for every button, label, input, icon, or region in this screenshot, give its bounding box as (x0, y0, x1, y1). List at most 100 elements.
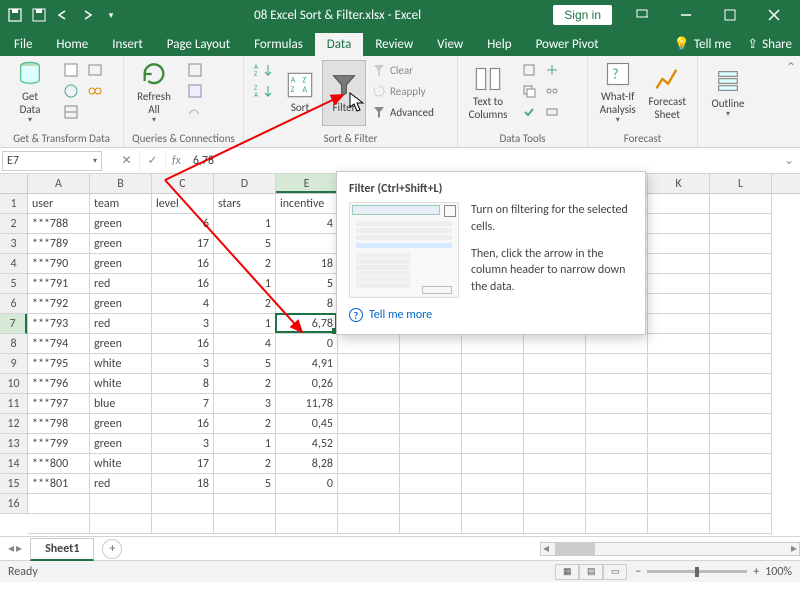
cell[interactable] (586, 434, 648, 454)
cell[interactable] (400, 514, 462, 534)
row-header[interactable]: 3 (0, 234, 27, 254)
row-header[interactable]: 14 (0, 454, 27, 474)
cell[interactable]: green (90, 214, 152, 234)
column-header[interactable]: D (214, 174, 276, 193)
from-text-icon[interactable] (60, 60, 82, 80)
cell[interactable]: 0,45 (276, 414, 338, 434)
cell[interactable] (648, 214, 710, 234)
cancel-formula-icon[interactable]: ✕ (114, 151, 140, 171)
redo-icon[interactable] (76, 4, 98, 26)
text-to-columns-button[interactable]: Text to Columns (464, 60, 512, 126)
properties-icon[interactable] (184, 81, 206, 101)
cell[interactable] (338, 334, 400, 354)
cell[interactable]: stars (214, 194, 276, 214)
tab-view[interactable]: View (425, 33, 475, 56)
row-header[interactable]: 8 (0, 334, 27, 354)
name-box[interactable]: E7▾ (2, 151, 102, 171)
cell[interactable]: red (90, 474, 152, 494)
cell[interactable]: 6,78 (276, 314, 338, 334)
cell[interactable]: 18 (276, 254, 338, 274)
zoom-level[interactable]: 100% (765, 565, 792, 579)
cell[interactable] (462, 514, 524, 534)
cell[interactable]: 0,26 (276, 374, 338, 394)
cell[interactable] (710, 374, 772, 394)
relationships-icon[interactable] (541, 81, 563, 101)
cell[interactable]: 4 (152, 294, 214, 314)
cell[interactable]: 5 (214, 354, 276, 374)
consolidate-icon[interactable] (541, 60, 563, 80)
cell[interactable]: white (90, 374, 152, 394)
cell[interactable]: green (90, 234, 152, 254)
cell[interactable] (400, 454, 462, 474)
cell[interactable] (276, 514, 338, 534)
cell[interactable]: 5 (214, 474, 276, 494)
cell[interactable] (710, 194, 772, 214)
cell[interactable]: 4,52 (276, 434, 338, 454)
cell[interactable] (710, 294, 772, 314)
cell[interactable] (648, 294, 710, 314)
cell[interactable] (710, 214, 772, 234)
cell[interactable]: 7 (152, 394, 214, 414)
cell[interactable]: white (90, 454, 152, 474)
cell[interactable]: 5 (276, 274, 338, 294)
cell[interactable] (648, 454, 710, 474)
row-header[interactable]: 2 (0, 214, 27, 234)
cell[interactable]: 11,78 (276, 394, 338, 414)
tab-help[interactable]: Help (475, 33, 523, 56)
cell[interactable] (586, 414, 648, 434)
cell[interactable] (524, 454, 586, 474)
cell[interactable]: ***798 (28, 414, 90, 434)
ribbon-options-icon[interactable] (620, 0, 664, 30)
cell[interactable] (400, 374, 462, 394)
cell[interactable] (710, 234, 772, 254)
cell[interactable]: 17 (152, 454, 214, 474)
cell[interactable] (338, 474, 400, 494)
cell[interactable]: ***795 (28, 354, 90, 374)
tab-page-layout[interactable]: Page Layout (155, 33, 242, 56)
cell[interactable] (524, 494, 586, 514)
cell[interactable]: ***791 (28, 274, 90, 294)
cell[interactable]: green (90, 254, 152, 274)
cell[interactable] (90, 494, 152, 514)
minimize-icon[interactable] (664, 0, 708, 30)
cell[interactable]: ***801 (28, 474, 90, 494)
cell[interactable] (276, 494, 338, 514)
cell[interactable]: ***793 (28, 314, 90, 334)
cell[interactable]: 16 (152, 414, 214, 434)
cell[interactable] (648, 414, 710, 434)
cell[interactable] (586, 474, 648, 494)
cell[interactable]: ***796 (28, 374, 90, 394)
edit-links-icon[interactable] (184, 102, 206, 122)
outline-button[interactable]: Outline▾ (704, 60, 752, 126)
cell[interactable]: 8 (152, 374, 214, 394)
cell[interactable]: 16 (152, 254, 214, 274)
cell[interactable]: 6 (152, 214, 214, 234)
cell[interactable] (648, 514, 710, 534)
column-header[interactable]: C (152, 174, 214, 193)
tab-home[interactable]: Home (44, 33, 100, 56)
cell[interactable] (586, 334, 648, 354)
enter-formula-icon[interactable]: ✓ (140, 151, 166, 171)
from-table-icon[interactable] (60, 102, 82, 122)
cell[interactable]: white (90, 354, 152, 374)
cell[interactable]: 18 (152, 474, 214, 494)
row-header[interactable]: 1 (0, 194, 27, 214)
cell[interactable]: 2 (214, 374, 276, 394)
new-sheet-button[interactable]: + (102, 539, 122, 559)
cell[interactable] (710, 354, 772, 374)
fx-icon[interactable]: fx (166, 154, 187, 168)
existing-conn-icon[interactable] (84, 81, 106, 101)
column-header[interactable]: A (28, 174, 90, 193)
cell[interactable] (648, 194, 710, 214)
queries-icon[interactable] (184, 60, 206, 80)
row-header[interactable]: 4 (0, 254, 27, 274)
row-header[interactable]: 11 (0, 394, 27, 414)
remove-dup-icon[interactable] (518, 81, 540, 101)
cell[interactable] (648, 254, 710, 274)
cell[interactable] (524, 334, 586, 354)
cell[interactable] (524, 514, 586, 534)
tab-review[interactable]: Review (363, 33, 425, 56)
whatif-button[interactable]: ? What-If Analysis▾ (594, 60, 642, 126)
cell[interactable] (648, 334, 710, 354)
cell[interactable]: 3 (152, 434, 214, 454)
